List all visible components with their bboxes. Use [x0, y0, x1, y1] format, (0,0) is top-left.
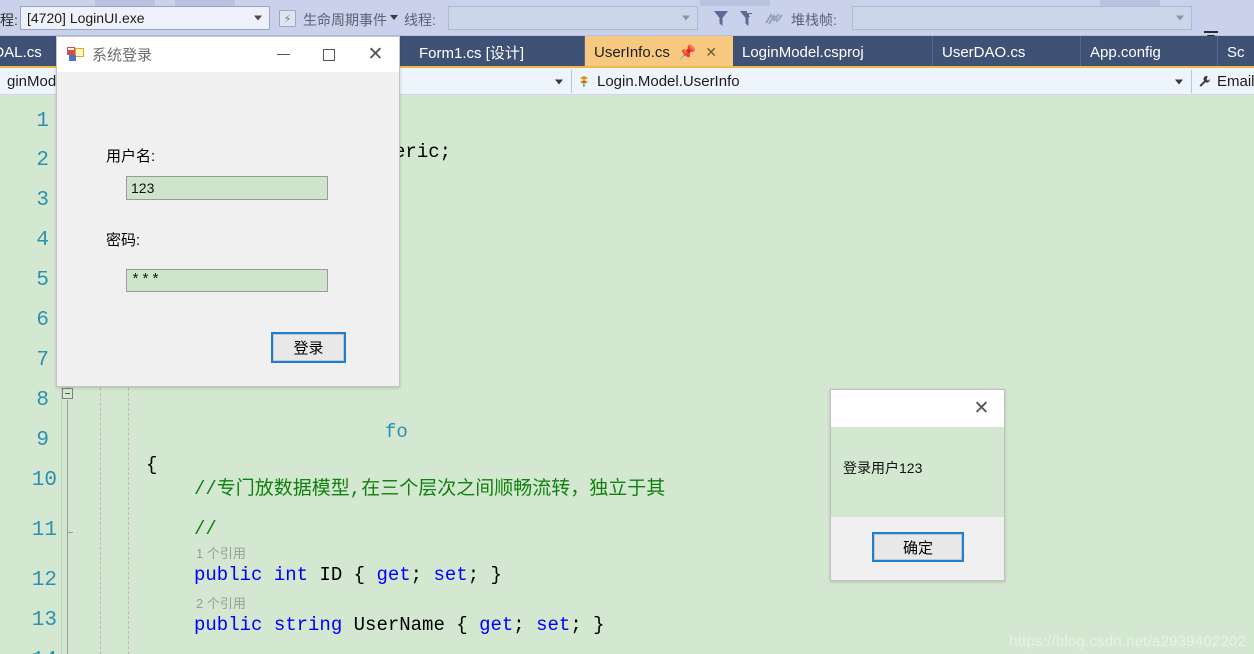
debug-toolbar: 程: [4720] LoginUI.exe 生命周期事件 线程: 堆栈帧: — [0, 0, 1254, 41]
class-icon — [577, 74, 592, 89]
maximize-icon[interactable] — [306, 37, 351, 72]
code-line-9-comment: //专门放数据模型,在三个层次之间顺畅流转，独立于其 — [194, 478, 666, 500]
tab-label: Sc — [1227, 43, 1245, 61]
line-number: 6 — [36, 309, 49, 332]
tab-loginmodel-csproj[interactable]: LoginModel.csproj — [733, 36, 933, 68]
chevron-down-icon — [682, 15, 690, 21]
line-number: 8 — [36, 389, 49, 412]
code-line-7: fo — [385, 421, 408, 443]
tab-app-config[interactable]: App.config — [1081, 36, 1218, 68]
chevron-down-icon — [555, 79, 563, 84]
watermark: https://blog.csdn.net/a2939402202 — [1009, 633, 1246, 650]
login-button-label: 登录 — [273, 334, 344, 361]
line-number-gutter: 1 2 3 4 5 6 7 8 9 10 11 12 13 14 15 — [0, 95, 62, 654]
member-combo-value: Email — [1217, 73, 1254, 90]
tab-label: Form1.cs [设计] — [419, 44, 525, 62]
funnel-clear-icon[interactable] — [739, 10, 755, 27]
process-label: 程: — [0, 12, 18, 28]
indent-guide — [100, 363, 101, 654]
code-line-11: public int ID { get; set; } — [194, 564, 502, 586]
message-box-footer: 确定 — [831, 517, 1004, 580]
process-combo-value: [4720] LoginUI.exe — [27, 10, 145, 26]
message-box[interactable]: ✕ 登录用户123 确定 — [830, 389, 1005, 581]
password-label: 密码: — [106, 232, 141, 249]
type-combo[interactable]: Login.Model.UserInfo — [572, 70, 1192, 93]
ok-button[interactable]: 确定 — [872, 532, 964, 562]
line-number: 13 — [31, 609, 57, 632]
close-icon[interactable]: ✕ — [959, 390, 1004, 427]
login-dialog-titlebar[interactable]: 系统登录 ✕ — [57, 37, 399, 72]
login-button[interactable]: 登录 — [271, 332, 346, 363]
stackframe-label: 堆栈帧: — [791, 12, 837, 28]
line-number: 12 — [31, 569, 57, 592]
message-box-body: 登录用户123 — [831, 427, 1004, 517]
close-icon[interactable]: ✕ — [705, 45, 717, 59]
line-number: 5 — [36, 269, 49, 292]
lifecycle-label[interactable]: 生命周期事件 — [303, 13, 387, 27]
chevron-down-icon[interactable] — [390, 15, 398, 20]
line-number: 2 — [36, 149, 49, 172]
line-number: 1 — [36, 110, 49, 133]
chevron-down-icon — [1175, 79, 1183, 84]
tab-sc[interactable]: Sc — [1218, 36, 1254, 68]
tab-label: LoginModel.csproj — [742, 43, 864, 61]
funnel-icon[interactable] — [713, 10, 729, 27]
line-number: 3 — [36, 189, 49, 212]
tab-form1-design[interactable]: Form1.cs [设计] — [410, 36, 585, 68]
username-label: 用户名: — [106, 148, 156, 165]
tab-label: UserInfo.cs — [594, 43, 670, 61]
code-line-8: { — [146, 454, 158, 476]
type-combo-value: Login.Model.UserInfo — [597, 73, 740, 90]
minimize-icon[interactable] — [261, 37, 306, 72]
property-wrench-icon — [1197, 74, 1212, 89]
process-combo[interactable]: [4720] LoginUI.exe — [20, 6, 270, 30]
member-combo[interactable]: Email — [1192, 70, 1254, 93]
tab-label: UserDAO.cs — [942, 43, 1026, 61]
chevron-down-icon — [254, 15, 262, 21]
thread-combo[interactable] — [448, 6, 698, 30]
chevron-down-icon — [1176, 15, 1184, 21]
app-root: 程: [4720] LoginUI.exe 生命周期事件 线程: 堆栈帧: — [0, 0, 1254, 654]
password-input[interactable]: *** — [126, 269, 328, 292]
code-line-12: public string UserName { get; set; } — [194, 614, 605, 636]
project-combo-value: ginMod — [7, 73, 57, 90]
line-number: 9 — [36, 429, 49, 452]
tab-label: nDAL.cs — [0, 43, 42, 61]
pin-icon[interactable]: 📌 — [679, 45, 696, 59]
line-number: 10 — [31, 469, 57, 492]
stackframe-combo[interactable] — [852, 6, 1192, 30]
tab-ndal[interactable]: nDAL.cs — [0, 36, 59, 68]
login-dialog-title: 系统登录 — [92, 47, 153, 64]
fold-line — [67, 400, 68, 654]
ok-button-label: 确定 — [874, 534, 962, 560]
thread-label: 线程: — [404, 12, 436, 28]
username-input[interactable]: 123 — [126, 176, 328, 200]
toolbar-stub-3 — [700, 0, 770, 6]
close-icon[interactable]: ✕ — [353, 37, 398, 72]
lightning-icon[interactable] — [279, 10, 296, 27]
codelens-reference-id[interactable]: 1 个引用 — [196, 547, 246, 560]
line-number: 14 — [32, 650, 57, 654]
fold-collapse-box[interactable] — [62, 388, 73, 399]
fold-tick — [67, 532, 73, 533]
tab-label: App.config — [1090, 43, 1161, 61]
tab-userdao[interactable]: UserDAO.cs — [933, 36, 1081, 68]
line-number: 11 — [31, 519, 57, 542]
indent-guide — [128, 363, 129, 654]
zigzag-icon[interactable] — [765, 12, 783, 26]
line-number: 4 — [36, 229, 49, 252]
tab-userinfo[interactable]: UserInfo.cs 📌 ✕ — [585, 36, 733, 68]
login-dialog[interactable]: 系统登录 ✕ 用户名: 123 密码: *** 登录 — [56, 36, 400, 387]
codelens-reference-username[interactable]: 2 个引用 — [196, 597, 246, 610]
line-number: 7 — [36, 349, 49, 372]
login-dialog-body: 用户名: 123 密码: *** 登录 — [57, 72, 399, 386]
message-box-titlebar[interactable]: ✕ — [831, 390, 1004, 427]
message-box-text: 登录用户123 — [843, 460, 923, 476]
code-line-10-comment: // — [194, 518, 217, 540]
windows-form-icon — [67, 47, 84, 62]
